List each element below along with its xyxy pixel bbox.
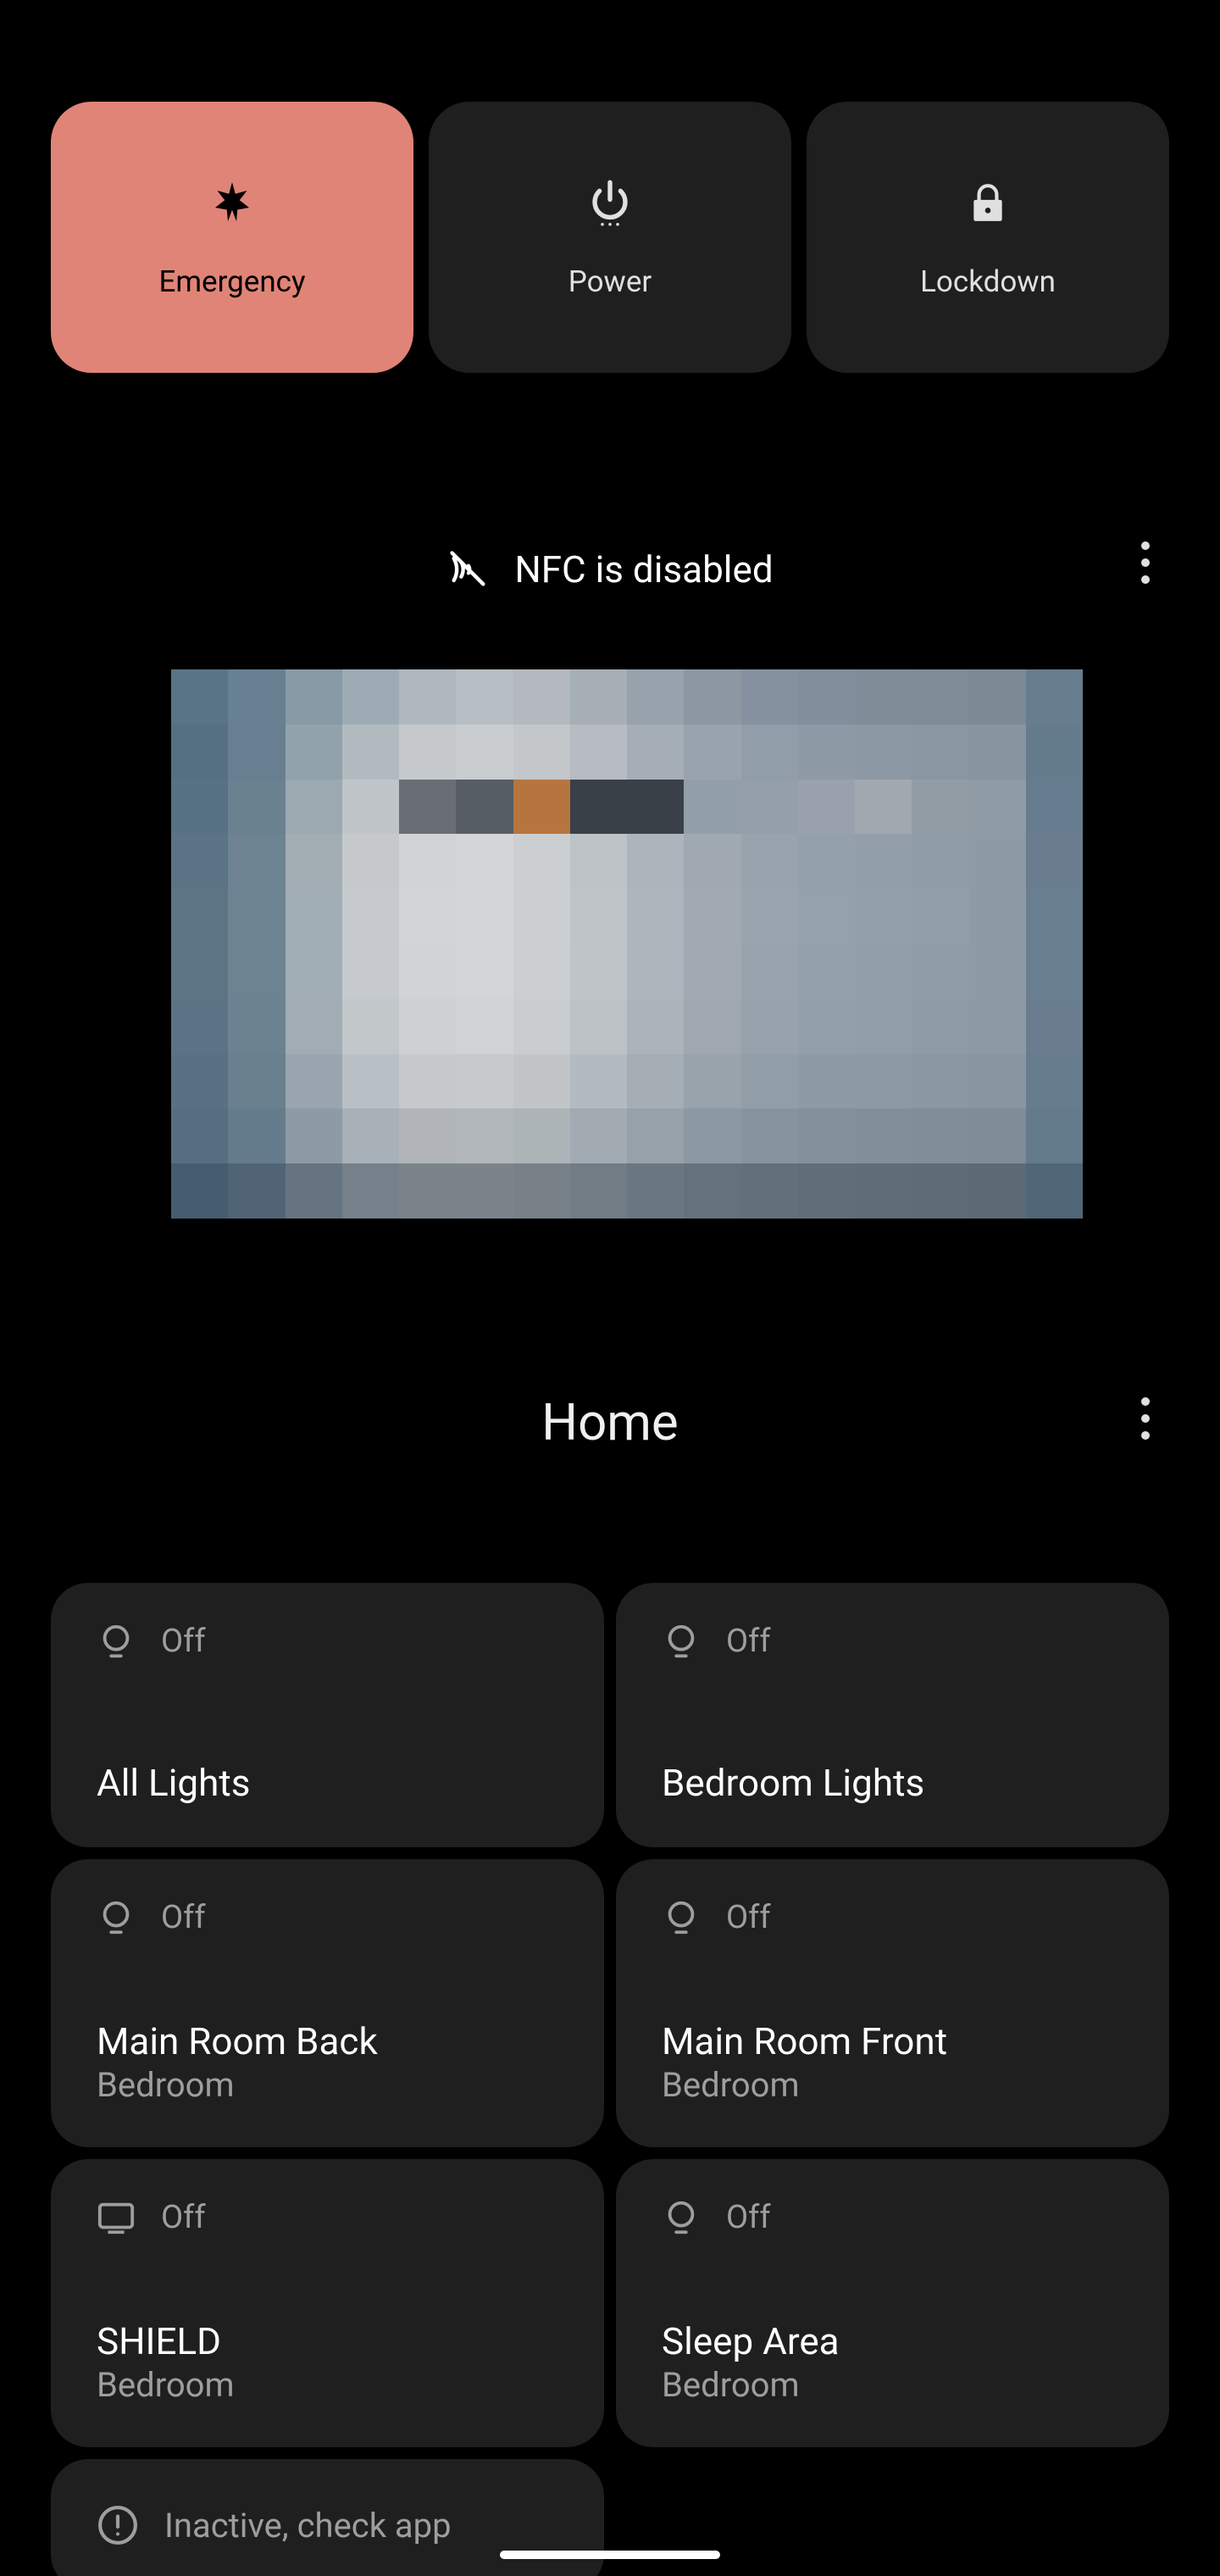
device-name: Main Room Front	[662, 2019, 1123, 2063]
more-vert-icon	[1141, 541, 1150, 584]
power-icon	[583, 176, 637, 230]
emergency-button[interactable]: Emergency	[51, 102, 413, 373]
device-name: All Lights	[97, 1761, 558, 1805]
wallet-preview-image	[171, 669, 1083, 1219]
device-card-all-lights[interactable]: Off All Lights	[51, 1583, 604, 1847]
device-name: Main Room Back	[97, 2019, 558, 2063]
alert-circle-icon	[97, 2504, 139, 2546]
home-overflow-menu[interactable]	[1122, 1395, 1169, 1442]
lightbulb-icon	[662, 2198, 701, 2237]
inactive-text: Inactive, check app	[164, 2506, 452, 2545]
nav-bar-handle[interactable]	[500, 2551, 720, 2559]
device-card-shield[interactable]: Off SHIELD Bedroom	[51, 2159, 604, 2447]
device-status: Off	[726, 2199, 771, 2236]
lightbulb-icon	[97, 1898, 136, 1937]
tv-icon	[97, 2198, 136, 2237]
device-name: SHIELD	[97, 2319, 558, 2363]
device-status: Off	[726, 1899, 771, 1936]
lightbulb-icon	[662, 1622, 701, 1661]
device-name: Sleep Area	[662, 2319, 1123, 2363]
device-status: Off	[161, 1623, 206, 1660]
nfc-disabled-icon	[446, 547, 491, 591]
nfc-status: NFC is disabled	[446, 547, 773, 591]
device-room: Bedroom	[97, 2365, 558, 2405]
device-room: Bedroom	[97, 2065, 558, 2105]
lock-icon	[961, 176, 1015, 230]
power-label: Power	[568, 264, 652, 299]
home-header: Home	[0, 1388, 1220, 1456]
device-card-main-room-back[interactable]: Off Main Room Back Bedroom	[51, 1859, 604, 2147]
lightbulb-icon	[662, 1898, 701, 1937]
more-vert-icon	[1141, 1397, 1150, 1440]
device-status: Off	[161, 1899, 206, 1936]
nfc-status-row: NFC is disabled	[0, 542, 1220, 597]
device-name: Bedroom Lights	[662, 1761, 1123, 1805]
device-room: Bedroom	[662, 2065, 1123, 2105]
power-menu-row: Emergency Power Lockdown	[0, 0, 1220, 373]
emergency-label: Emergency	[158, 264, 305, 299]
lockdown-button[interactable]: Lockdown	[807, 102, 1169, 373]
device-card-main-room-front[interactable]: Off Main Room Front Bedroom	[616, 1859, 1169, 2147]
home-title[interactable]: Home	[541, 1392, 678, 1452]
device-card-sleep-area[interactable]: Off Sleep Area Bedroom	[616, 2159, 1169, 2447]
device-status: Off	[161, 2199, 206, 2236]
medical-asterisk-icon	[205, 176, 259, 230]
device-card-bedroom-lights[interactable]: Off Bedroom Lights	[616, 1583, 1169, 1847]
device-room: Bedroom	[662, 2365, 1123, 2405]
wallet-preview-card[interactable]	[119, 620, 1101, 1261]
lightbulb-icon	[97, 1622, 136, 1661]
power-button[interactable]: Power	[429, 102, 791, 373]
device-status: Off	[726, 1623, 771, 1660]
lockdown-label: Lockdown	[920, 264, 1056, 299]
nfc-status-text: NFC is disabled	[514, 547, 773, 591]
nfc-overflow-menu[interactable]	[1122, 539, 1169, 586]
device-grid: Off All Lights Off Bedroom Lights	[0, 1456, 1220, 2576]
